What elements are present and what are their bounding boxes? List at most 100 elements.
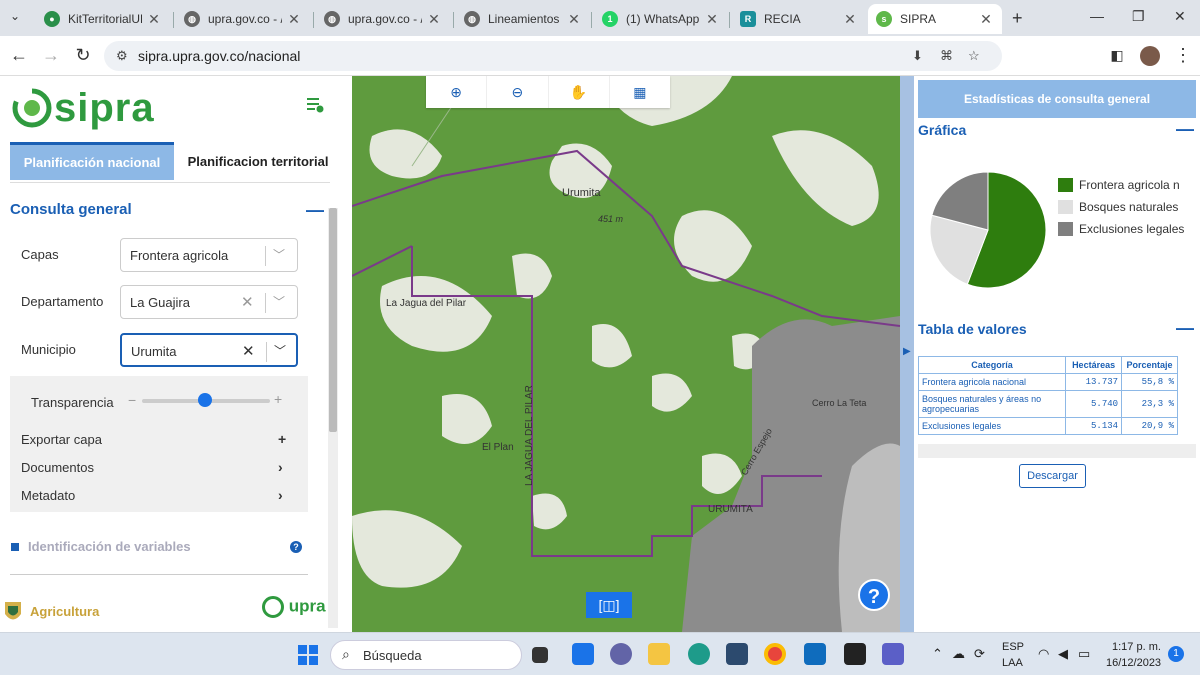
identificacion-variables-section[interactable]: Identificación de variables (28, 539, 191, 554)
chevron-right-icon[interactable]: › (278, 459, 283, 475)
help-button[interactable]: ? (858, 579, 890, 611)
edge-icon[interactable] (688, 643, 710, 665)
collapse-chart-button[interactable]: — (1176, 119, 1194, 140)
install-icon[interactable]: ⬇ (912, 48, 923, 64)
volume-icon[interactable]: ◀ (1058, 646, 1068, 662)
close-icon[interactable]: ✕ (566, 11, 582, 28)
chevron-right-icon[interactable]: › (278, 487, 283, 503)
help-icon[interactable]: ? (290, 541, 302, 553)
tab-kitterritorial[interactable]: ● KitTerritorialUPR ✕ (36, 4, 170, 34)
sidepanel-icon[interactable]: ◧ (1106, 47, 1128, 64)
download-button[interactable]: Descargar (1019, 464, 1086, 488)
panel-collapse-bar[interactable]: ▶ (900, 76, 914, 632)
minus-icon[interactable]: − (128, 392, 136, 408)
teams-chat-icon[interactable] (610, 643, 632, 665)
star-icon[interactable]: ☆ (968, 48, 980, 64)
site-info-icon[interactable]: ⚙ (116, 48, 128, 64)
profile-avatar[interactable] (1140, 46, 1160, 66)
chrome-taskbar-icon[interactable] (764, 643, 786, 665)
battery-icon[interactable]: ▭ (1078, 646, 1090, 662)
table-cell: 23,3 % (1121, 390, 1178, 418)
collapse-table-button[interactable]: — (1176, 318, 1194, 339)
translate-icon[interactable]: ⌘ (940, 48, 953, 64)
cloud-icon[interactable]: ☁ (952, 646, 965, 662)
tab-planificacion-territorial[interactable]: Planificacion territorial (174, 142, 342, 180)
forward-icon[interactable]: → (40, 45, 62, 66)
plus-icon[interactable]: + (274, 391, 282, 407)
back-icon[interactable]: ← (8, 45, 30, 66)
tab-recia[interactable]: R RECIA ✕ (732, 4, 866, 34)
slider-knob[interactable] (198, 393, 213, 407)
capas-select[interactable]: Frontera agricola ﹀ (120, 238, 298, 272)
chevron-down-icon[interactable]: ﹀ (273, 246, 285, 263)
chevron-right-icon[interactable]: ▶ (903, 346, 911, 357)
clock-date[interactable]: 16/12/2023 (1106, 657, 1161, 669)
url-text[interactable]: sipra.upra.gov.co/nacional (138, 48, 300, 64)
departamento-select[interactable]: La Guajira ✕ ﹀ (120, 285, 298, 319)
table-header: Hectáreas (1065, 356, 1123, 374)
map-view[interactable]: Urumita 451 m La Jagua del Pilar El Plan… (352, 76, 900, 632)
notification-badge[interactable]: 1 (1168, 646, 1184, 662)
sidebar-scroll-thumb[interactable] (329, 208, 337, 432)
reload-icon[interactable]: ↻ (72, 45, 94, 66)
file-explorer-icon[interactable] (648, 643, 670, 665)
clear-icon[interactable]: ✕ (241, 293, 254, 311)
layers-menu-icon[interactable] (306, 96, 324, 114)
tab-sipra[interactable]: s SIPRA ✕ (868, 4, 1002, 34)
pan-hand-icon[interactable]: ✋ (549, 76, 610, 108)
tab-whatsapp[interactable]: 1 (1) WhatsApp ✕ (594, 4, 728, 34)
network-icon[interactable]: ⟳ (974, 646, 985, 662)
map-canvas[interactable]: Urumita 451 m La Jagua del Pilar El Plan… (352, 76, 900, 632)
search-icon: ⌕ (342, 646, 350, 662)
chevron-up-icon[interactable]: ⌃ (932, 646, 943, 662)
zoom-in-icon[interactable]: ⊕ (426, 76, 488, 108)
new-tab-button[interactable]: + (1012, 8, 1023, 29)
sipra-logo-icon (12, 88, 52, 128)
table-section-title: Tabla de valores (918, 321, 1027, 337)
metadato-item[interactable]: Metadato (21, 488, 75, 503)
clear-icon[interactable]: ✕ (242, 342, 255, 360)
clock-time[interactable]: 1:17 p. m. (1112, 641, 1161, 653)
exportar-capa-item[interactable]: Exportar capa (21, 432, 102, 447)
plus-icon[interactable]: + (278, 431, 286, 447)
sticky-notes-icon[interactable] (844, 643, 866, 665)
teams-icon[interactable] (882, 643, 904, 665)
table-scrollbar[interactable] (918, 444, 1196, 458)
zoom-out-icon[interactable]: ⊖ (487, 76, 549, 108)
close-icon[interactable]: ✕ (426, 11, 442, 28)
chevron-down-icon[interactable]: ﹀ (273, 293, 285, 310)
grid-icon[interactable]: ▦ (610, 76, 670, 108)
task-view-icon[interactable] (532, 647, 548, 663)
municipio-select[interactable]: Urumita ✕ ﹀ (120, 333, 298, 367)
url-bar[interactable]: ⚙ sipra.upra.gov.co/nacional ⬇ ⌘ ☆ (104, 41, 1002, 71)
tab-lineamientos[interactable]: ◍ Lineamientos se ✕ (456, 4, 590, 34)
outlook-icon[interactable] (804, 643, 826, 665)
split-view-button[interactable]: [◫] (586, 592, 632, 618)
tab-upra-1[interactable]: ◍ upra.gov.co - /K ✕ (176, 4, 310, 34)
taskbar-search[interactable]: ⌕ Búsqueda (330, 640, 522, 670)
table-row: Bosques naturales y áreas no agropecuari… (917, 390, 1178, 418)
wifi-icon[interactable]: ◠ (1038, 646, 1049, 662)
collapse-section-button[interactable]: — (306, 200, 324, 221)
maximize-button[interactable]: ❐ (1132, 8, 1145, 25)
tab-planificacion-nacional[interactable]: Planificación nacional (10, 142, 174, 180)
close-icon[interactable]: ✕ (286, 11, 302, 28)
keyboard-layout[interactable]: LAA (1002, 657, 1023, 669)
chevron-down-icon[interactable]: ﹀ (274, 342, 286, 359)
minimize-button[interactable]: — (1090, 8, 1104, 24)
widgets-icon[interactable] (572, 643, 594, 665)
tab-upra-2[interactable]: ◍ upra.gov.co - /K ✕ (316, 4, 450, 34)
pie-chart (929, 171, 1047, 289)
store-icon[interactable] (726, 643, 748, 665)
window-close-button[interactable]: ✕ (1174, 8, 1186, 25)
close-icon[interactable]: ✕ (146, 11, 162, 28)
close-icon[interactable]: ✕ (704, 11, 720, 28)
divider (10, 182, 330, 183)
more-menu-icon[interactable]: ⋮ (1172, 45, 1194, 66)
close-icon[interactable]: ✕ (842, 11, 858, 28)
documentos-item[interactable]: Documentos (21, 460, 94, 475)
close-icon[interactable]: ✕ (978, 11, 994, 28)
tab-search-icon[interactable]: ⌄ (10, 9, 20, 23)
windows-start-icon[interactable] (298, 645, 318, 665)
language-indicator[interactable]: ESP (1002, 641, 1024, 653)
